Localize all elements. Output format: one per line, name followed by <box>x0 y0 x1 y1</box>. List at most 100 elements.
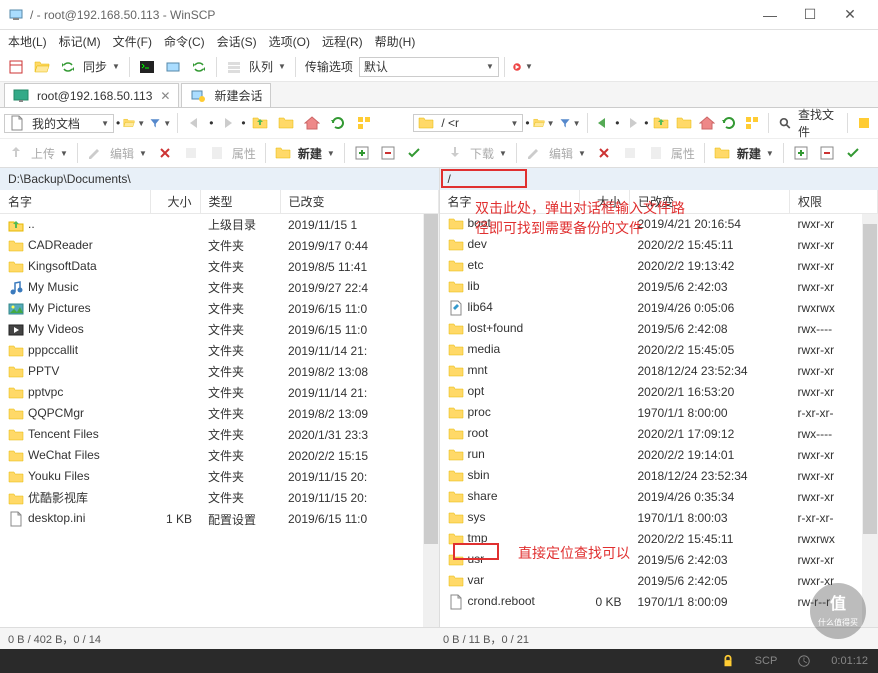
queue-button[interactable]: 队列▼ <box>222 58 290 75</box>
terminal-button[interactable] <box>135 55 159 79</box>
left-back-button[interactable] <box>183 111 207 135</box>
col-changed-r[interactable]: 已改变 <box>630 190 790 214</box>
left-forward-button[interactable] <box>215 111 239 135</box>
table-row[interactable]: lib2019/5/6 2:42:03rwxr-xr <box>440 277 878 298</box>
table-row[interactable]: desktop.ini1 KB配置设置2019/6/15 11:0 <box>0 509 438 530</box>
table-row[interactable]: tmp2020/2/2 15:45:11rwxrwx <box>440 529 878 550</box>
left-filter-button[interactable]: ▼ <box>148 111 172 135</box>
table-row[interactable]: root2020/2/1 17:09:12rwx---- <box>440 424 878 445</box>
right-back-button[interactable] <box>592 111 613 135</box>
table-row[interactable]: Tencent Files文件夹2020/1/31 23:3 <box>0 424 438 445</box>
menu-local[interactable]: 本地(L) <box>8 33 47 50</box>
right-tree-button[interactable] <box>742 111 763 135</box>
right-plus-button[interactable] <box>789 141 813 165</box>
left-tree-button[interactable] <box>352 111 376 135</box>
table-row[interactable]: WeChat Files文件夹2020/2/2 15:15 <box>0 445 438 466</box>
table-row[interactable]: sys1970/1/1 8:00:03r-xr-xr- <box>440 508 878 529</box>
table-row[interactable]: My Videos文件夹2019/6/15 11:0 <box>0 319 438 340</box>
left-open-button[interactable]: ▼ <box>122 111 146 135</box>
left-updir-button[interactable] <box>248 111 272 135</box>
menu-help[interactable]: 帮助(H) <box>375 33 416 50</box>
left-plus-button[interactable] <box>350 141 374 165</box>
download-button[interactable]: 下载▼ <box>443 145 511 162</box>
left-delete-button[interactable] <box>153 141 177 165</box>
table-row[interactable]: My Music文件夹2019/9/27 22:4 <box>0 277 438 298</box>
table-row[interactable]: boot2019/4/21 20:16:54rwxr-xr <box>440 214 878 235</box>
close-button[interactable]: ✕ <box>830 0 870 30</box>
table-row[interactable]: usr2019/5/6 2:42:03rwxr-xr <box>440 550 878 571</box>
col-size-r[interactable]: 大小 <box>580 190 630 214</box>
right-home-button[interactable] <box>696 111 717 135</box>
col-name[interactable]: 名字 <box>0 190 150 214</box>
right-btn-a[interactable] <box>618 141 642 165</box>
table-row[interactable]: etc2020/2/2 19:13:42rwxr-xr <box>440 256 878 277</box>
toolbar-btn-1[interactable] <box>4 55 28 79</box>
col-type[interactable]: 类型 <box>200 190 280 214</box>
left-edit-button[interactable]: 编辑▼ <box>83 145 151 162</box>
left-refresh-button[interactable] <box>326 111 350 135</box>
table-row[interactable]: opt2020/2/1 16:53:20rwxr-xr <box>440 382 878 403</box>
menu-mark[interactable]: 标记(M) <box>59 33 101 50</box>
right-newdir-button[interactable]: 新建▼ <box>710 145 778 162</box>
menu-session[interactable]: 会话(S) <box>217 33 257 50</box>
left-props-button[interactable]: 属性 <box>205 145 260 162</box>
toolbar-btn-2[interactable] <box>30 55 54 79</box>
upload-button[interactable]: 上传▼ <box>4 145 72 162</box>
left-location-combo[interactable]: 我的文档▼ <box>4 114 114 133</box>
col-name-r[interactable]: 名字 <box>440 190 580 214</box>
session-tab-active[interactable]: root@192.168.50.113 ✕ <box>4 83 179 107</box>
toolbar-btn-reload[interactable]: ▼ <box>510 55 534 79</box>
table-row[interactable]: pppccallit文件夹2019/11/14 21: <box>0 340 438 361</box>
right-open-button[interactable]: ▼ <box>532 111 556 135</box>
menu-remote[interactable]: 远程(R) <box>322 33 363 50</box>
table-row[interactable]: sbin2018/12/24 23:52:34rwxr-xr <box>440 466 878 487</box>
table-row[interactable]: share2019/4/26 0:35:34rwxr-xr <box>440 487 878 508</box>
table-row[interactable]: ..上级目录2019/11/15 1 <box>0 214 438 236</box>
right-minus-button[interactable] <box>815 141 839 165</box>
menu-command[interactable]: 命令(C) <box>164 33 205 50</box>
right-props-button[interactable]: 属性 <box>644 145 699 162</box>
right-root-button[interactable] <box>673 111 694 135</box>
col-changed[interactable]: 已改变 <box>280 190 438 214</box>
right-scrollbar[interactable] <box>862 214 878 627</box>
sync-button[interactable]: 同步▼ <box>56 58 124 75</box>
table-row[interactable]: My Pictures文件夹2019/6/15 11:0 <box>0 298 438 319</box>
right-delete-button[interactable] <box>592 141 616 165</box>
right-extra-button[interactable] <box>853 111 874 135</box>
left-filelist[interactable]: 名字 大小 类型 已改变 ..上级目录2019/11/15 1CADReader… <box>0 190 439 627</box>
menu-file[interactable]: 文件(F) <box>113 33 152 50</box>
table-row[interactable]: mnt2018/12/24 23:52:34rwxr-xr <box>440 361 878 382</box>
table-row[interactable]: media2020/2/2 15:45:05rwxr-xr <box>440 340 878 361</box>
right-edit-button[interactable]: 编辑▼ <box>522 145 590 162</box>
right-refresh-button[interactable] <box>719 111 740 135</box>
minimize-button[interactable]: — <box>750 0 790 30</box>
table-row[interactable]: CADReader文件夹2019/9/17 0:44 <box>0 235 438 256</box>
table-row[interactable]: QQPCMgr文件夹2019/8/2 13:09 <box>0 403 438 424</box>
col-rights[interactable]: 权限 <box>790 190 878 214</box>
table-row[interactable]: run2020/2/2 19:14:01rwxr-xr <box>440 445 878 466</box>
right-pathbar[interactable]: / <box>440 168 878 190</box>
left-pathbar[interactable]: D:\Backup\Documents\ <box>0 168 439 190</box>
menu-option[interactable]: 选项(O) <box>269 33 310 50</box>
left-check-button[interactable] <box>402 141 426 165</box>
left-root-button[interactable] <box>274 111 298 135</box>
table-row[interactable]: lost+found2019/5/6 2:42:08rwx---- <box>440 319 878 340</box>
table-row[interactable]: Youku Files文件夹2019/11/15 20: <box>0 466 438 487</box>
table-row[interactable]: lib642019/4/26 0:05:06rwxrwx <box>440 298 878 319</box>
transfer-combo[interactable]: 默认▼ <box>359 57 499 77</box>
left-btn-a[interactable] <box>179 141 203 165</box>
tab-close-icon[interactable]: ✕ <box>160 89 170 103</box>
left-minus-button[interactable] <box>376 141 400 165</box>
table-row[interactable]: proc1970/1/1 8:00:00r-xr-xr- <box>440 403 878 424</box>
maximize-button[interactable]: ☐ <box>790 0 830 30</box>
right-updir-button[interactable] <box>651 111 672 135</box>
left-newdir-button[interactable]: 新建▼ <box>271 145 339 162</box>
toolbar-btn-5[interactable] <box>187 55 211 79</box>
new-session-tab[interactable]: 新建会话 <box>181 83 271 107</box>
right-check-button[interactable] <box>841 141 865 165</box>
table-row[interactable]: pptvpc文件夹2019/11/14 21: <box>0 382 438 403</box>
table-row[interactable]: KingsoftData文件夹2019/8/5 11:41 <box>0 256 438 277</box>
toolbar-btn-4[interactable] <box>161 55 185 79</box>
table-row[interactable]: dev2020/2/2 15:45:11rwxr-xr <box>440 235 878 256</box>
right-filelist[interactable]: 名字 大小 已改变 权限 boot2019/4/21 20:16:54rwxr-… <box>440 190 878 627</box>
